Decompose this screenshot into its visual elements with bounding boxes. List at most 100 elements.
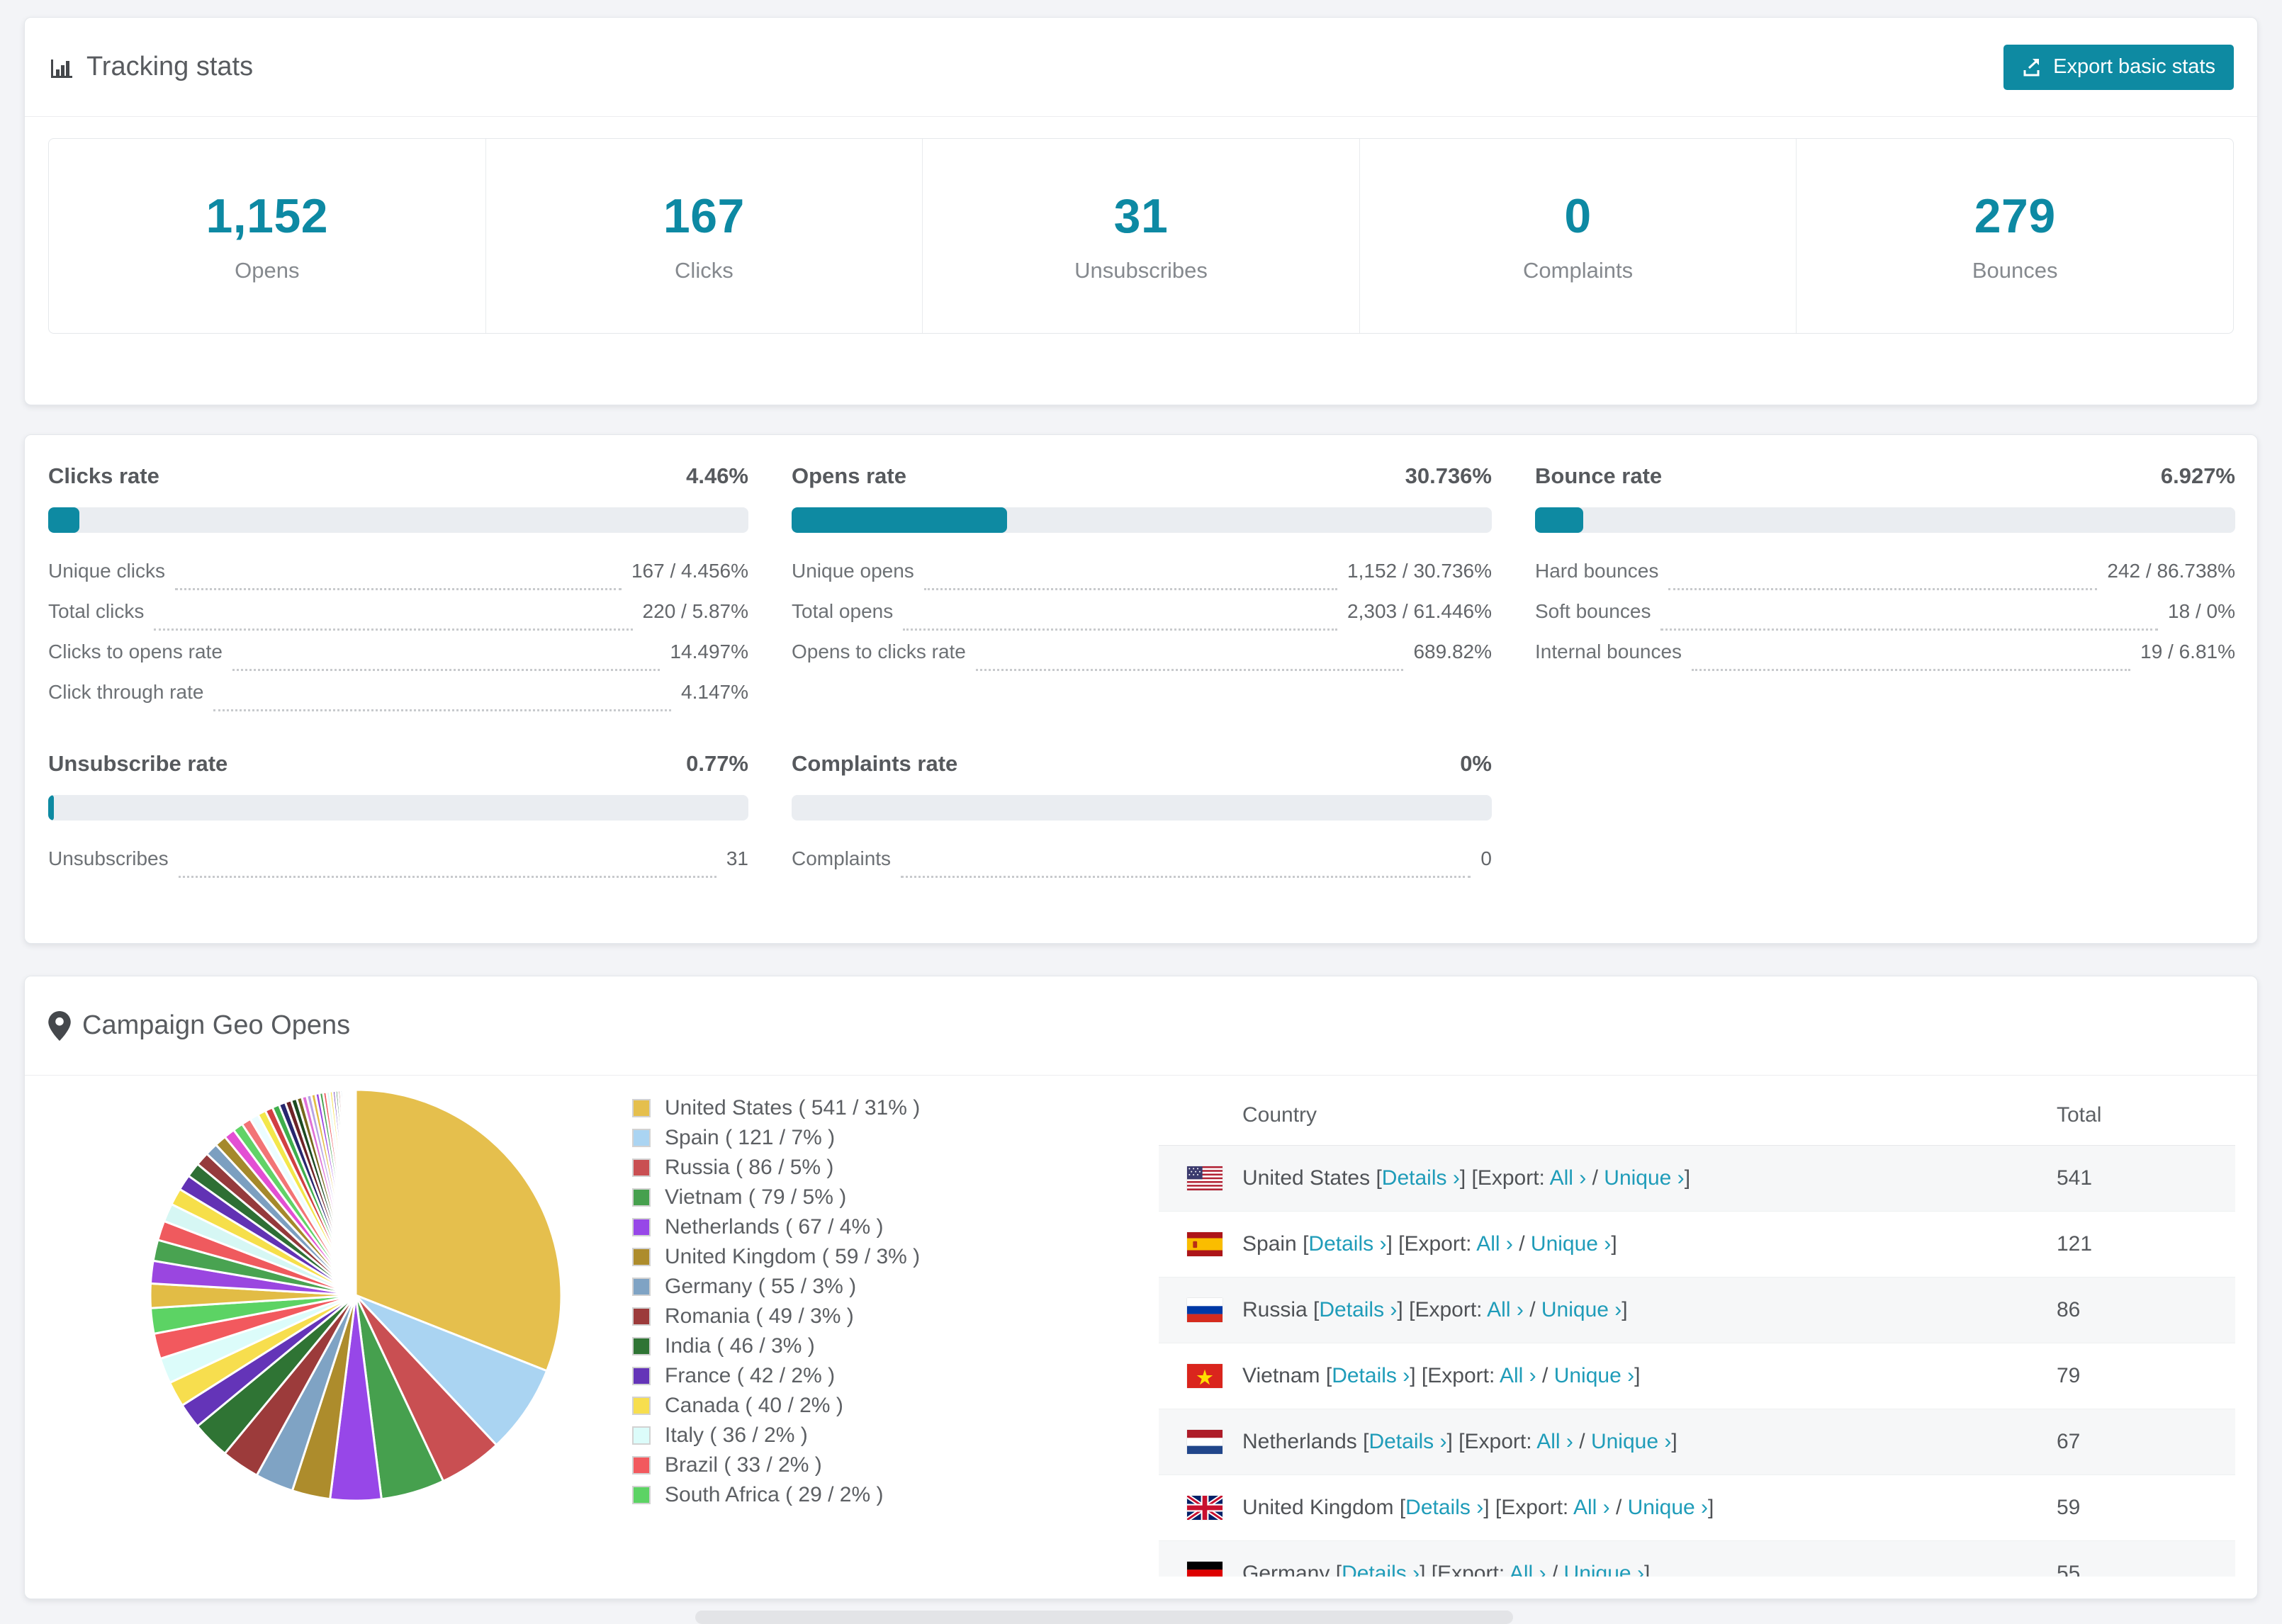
stat-value: 167 (663, 189, 745, 243)
country-name: Spain (1242, 1232, 1297, 1256)
legend-item: Italy ( 36 / 2% ) (632, 1421, 920, 1450)
tracking-stats-panel: Tracking stats Export basic stats 1,152 O… (24, 17, 2258, 405)
country-name: United Kingdom (1242, 1496, 1394, 1519)
stat-label: Clicks (675, 258, 734, 283)
geo-country-table: Country Total United States [Details ›] [E… (1159, 1086, 2235, 1577)
legend-item: Russia ( 86 / 5% ) (632, 1153, 920, 1183)
rate-detail-row: Opens to clicks rate 689.82% (792, 641, 1492, 681)
legend-label: Netherlands ( 67 / 4% ) (665, 1215, 884, 1239)
legend-item: Germany ( 55 / 3% ) (632, 1272, 920, 1302)
rate-value: 0% (1460, 751, 1492, 776)
stat-value: 31 (1113, 189, 1169, 243)
details-link[interactable]: Details › (1308, 1232, 1386, 1256)
flag-de-icon (1187, 1562, 1222, 1577)
geo-table-header: Country Total (1159, 1086, 2235, 1146)
rates-panel: Clicks rate 4.46% Unique clicks 167 / 4.456… (24, 434, 2258, 944)
export-icon (2022, 57, 2043, 78)
legend-swatch (632, 1218, 651, 1236)
flag-nl-icon (1187, 1430, 1222, 1454)
legend-swatch (632, 1397, 651, 1415)
export-basic-stats-button[interactable]: Export basic stats (2003, 44, 2234, 90)
legend-label: Vietnam ( 79 / 5% ) (665, 1185, 847, 1209)
stat-label: Unsubscribes (1074, 258, 1208, 283)
rate-title: Opens rate (792, 463, 906, 488)
page: Tracking stats Export basic stats 1,152 O… (0, 0, 2282, 1624)
stats-summary-box: 1,152 Opens 167 Clicks 31 Unsubscribes 0 Compla… (48, 138, 2234, 334)
rate-detail-row: Total opens 2,303 / 61.446% (792, 600, 1492, 641)
details-link[interactable]: Details › (1382, 1166, 1460, 1190)
rate-value: 6.927% (2160, 463, 2235, 488)
geo-table-row-vn: Vietnam [Details ›] [Export: All › / Uni… (1159, 1343, 2235, 1409)
geo-table-row-us: United States [Details ›] [Export: All ›… (1159, 1146, 2235, 1212)
campaign-geo-opens-panel: Campaign Geo Opens United States ( 541 /… (24, 976, 2258, 1599)
details-link[interactable]: Details › (1405, 1496, 1483, 1519)
flag-vn-icon (1187, 1364, 1222, 1388)
legend-swatch (632, 1248, 651, 1266)
export-button-label: Export basic stats (2053, 55, 2215, 78)
stat-cell-complaints: 0 Complaints (1359, 139, 1797, 333)
export-all-link[interactable]: All › (1536, 1430, 1573, 1453)
bar-chart-icon (48, 54, 75, 81)
export-all-link[interactable]: All › (1500, 1364, 1536, 1387)
country-name: Russia (1242, 1298, 1308, 1321)
export-unique-link[interactable]: Unique › (1541, 1298, 1621, 1321)
export-unique-link[interactable]: Unique › (1564, 1562, 1644, 1577)
country-cell: United States [Details ›] [Export: All ›… (1242, 1166, 1691, 1190)
details-link[interactable]: Details › (1319, 1298, 1397, 1321)
details-link[interactable]: Details › (1368, 1430, 1446, 1453)
legend-item: France ( 42 / 2% ) (632, 1361, 920, 1391)
rate-title: Complaints rate (792, 751, 958, 776)
total-cell: 67 (2057, 1430, 2081, 1453)
geo-title: Campaign Geo Opens (82, 1010, 351, 1040)
flag-gb-icon (1187, 1496, 1222, 1520)
export-unique-link[interactable]: Unique › (1628, 1496, 1708, 1519)
legend-swatch (632, 1129, 651, 1147)
legend-label: India ( 46 / 3% ) (665, 1334, 815, 1358)
rate-progress-bar (792, 507, 1492, 533)
rate-progress-bar (792, 795, 1492, 821)
stat-label: Opens (235, 258, 300, 283)
export-unique-link[interactable]: Unique › (1591, 1430, 1671, 1453)
geo-table-row-ru: Russia [Details ›] [Export: All › / Uniq… (1159, 1278, 2235, 1343)
horizontal-scrollbar-thumb[interactable] (695, 1611, 1513, 1624)
pie-slice-other[interactable] (353, 1088, 357, 1296)
rate-detail-row: Click through rate 4.147% (48, 681, 748, 721)
legend-label: South Africa ( 29 / 2% ) (665, 1483, 884, 1506)
legend-item: Canada ( 40 / 2% ) (632, 1391, 920, 1421)
legend-swatch (632, 1188, 651, 1207)
rate-card-unsubscribe-rate: Unsubscribe rate 0.77% Unsubscribes 31 (48, 751, 748, 888)
stat-cell-unsubscribes: 31 Unsubscribes (922, 139, 1359, 333)
export-unique-link[interactable]: Unique › (1604, 1166, 1684, 1190)
export-all-link[interactable]: All › (1487, 1298, 1524, 1321)
export-all-link[interactable]: All › (1510, 1562, 1546, 1577)
legend-label: Germany ( 55 / 3% ) (665, 1275, 857, 1298)
legend-label: Canada ( 40 / 2% ) (665, 1394, 843, 1417)
export-all-link[interactable]: All › (1476, 1232, 1513, 1256)
export-unique-link[interactable]: Unique › (1531, 1232, 1611, 1256)
details-link[interactable]: Details › (1342, 1562, 1420, 1577)
geo-opens-pie-chart (149, 1088, 563, 1502)
flag-es-icon (1187, 1232, 1222, 1256)
rate-detail-row: Hard bounces 242 / 86.738% (1535, 560, 2235, 600)
stat-label: Bounces (1972, 258, 2058, 283)
rate-value: 0.77% (686, 751, 748, 776)
export-unique-link[interactable]: Unique › (1554, 1364, 1634, 1387)
rate-detail-row: Soft bounces 18 / 0% (1535, 600, 2235, 641)
rates-row-2: Unsubscribe rate 0.77% Unsubscribes 31 Compl… (48, 751, 2234, 888)
legend-item: Vietnam ( 79 / 5% ) (632, 1183, 920, 1212)
rate-detail-row: Clicks to opens rate 14.497% (48, 641, 748, 681)
details-link[interactable]: Details › (1332, 1364, 1410, 1387)
total-cell: 55 (2057, 1562, 2081, 1577)
geo-body: United States ( 541 / 31% ) Spain ( 121 /… (25, 1076, 2257, 1598)
geo-table-row-nl: Netherlands [Details ›] [Export: All › /… (1159, 1409, 2235, 1475)
rate-detail-row: Internal bounces 19 / 6.81% (1535, 641, 2235, 681)
export-all-link[interactable]: All › (1550, 1166, 1587, 1190)
export-all-link[interactable]: All › (1573, 1496, 1610, 1519)
geo-table-row-de: Germany [Details ›] [Export: All › / Uni… (1159, 1541, 2235, 1577)
column-header-total: Total (2057, 1103, 2102, 1127)
legend-label: United Kingdom ( 59 / 3% ) (665, 1245, 921, 1268)
rate-detail-row: Unique clicks 167 / 4.456% (48, 560, 748, 600)
legend-item: Romania ( 49 / 3% ) (632, 1302, 920, 1331)
legend-label: Russia ( 86 / 5% ) (665, 1156, 834, 1179)
legend-label: France ( 42 / 2% ) (665, 1364, 836, 1387)
